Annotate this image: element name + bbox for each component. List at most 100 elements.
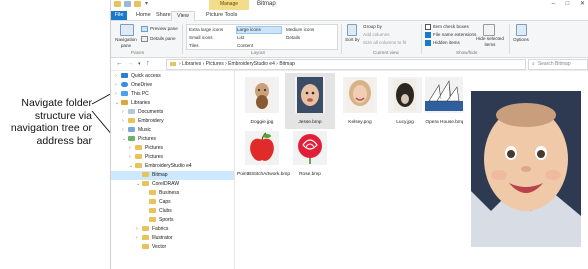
- file-item[interactable]: Kelsey.png: [335, 77, 385, 126]
- checkbox-checked-icon: [425, 40, 431, 46]
- details-pane-button[interactable]: Details pane: [141, 36, 176, 42]
- tree-item-vector[interactable]: Vector: [111, 243, 234, 252]
- minimize-button[interactable]: –: [552, 1, 555, 7]
- folder-icon: [170, 61, 176, 66]
- hide-selected-icon[interactable]: [483, 24, 495, 36]
- layout-small-icons[interactable]: Small icons: [188, 34, 234, 42]
- layout-tiles[interactable]: Tiles: [188, 42, 234, 50]
- file-item[interactable]: Rose.bmp: [285, 131, 335, 178]
- title-bar: ▾ Manage Bitmap – □ ✕: [111, 0, 588, 10]
- tree-item-label: Quick access: [131, 73, 161, 79]
- folder-icon: [142, 181, 149, 187]
- baby-thumbnail: [295, 77, 325, 113]
- tree-item-illustrator[interactable]: › Illustrator: [111, 234, 234, 243]
- address-bar[interactable]: › Libraries › Pictures › EmbroideryStudi…: [166, 59, 526, 70]
- tree-item-business[interactable]: Business: [111, 189, 234, 198]
- callout-text: Navigate folder structure via navigation…: [10, 97, 92, 147]
- layout-large-icons[interactable]: Large icons: [236, 26, 282, 34]
- computer-icon: [121, 91, 128, 97]
- ribbon-separator: [421, 24, 422, 54]
- options-button[interactable]: Options: [513, 37, 529, 42]
- tree-item-coreldraw[interactable]: ⌄ CorelDRAW: [111, 180, 234, 189]
- file-name-extensions-toggle[interactable]: File name extensions: [425, 32, 476, 38]
- tree-item-onedrive[interactable]: › OneDrive: [111, 81, 234, 90]
- tree-item-bitmap[interactable]: Bitmap: [111, 171, 234, 180]
- tree-item-label: Vector: [152, 244, 167, 250]
- tree-item-label: Documents: [138, 109, 164, 115]
- group-by-button[interactable]: Group by: [363, 24, 382, 29]
- search-box[interactable]: ⌕ Search Bitmap: [528, 59, 588, 70]
- tree-item-embroidery[interactable]: › Embroidery: [111, 117, 234, 126]
- preview-pane-button[interactable]: Preview pane: [141, 26, 178, 32]
- file-item[interactable]: Doggie.jpg: [237, 77, 287, 126]
- options-icon[interactable]: [516, 24, 527, 36]
- maximize-button[interactable]: □: [566, 1, 570, 7]
- properties-icon[interactable]: [124, 1, 131, 7]
- documents-icon: [128, 109, 135, 115]
- layout-medium-icons[interactable]: Medium icons: [285, 26, 331, 34]
- tab-picture-tools[interactable]: Picture Tools: [201, 11, 242, 20]
- ribbon-tabs: File Home Share View Picture Tools: [111, 10, 588, 21]
- explorer-window: ▾ Manage Bitmap – □ ✕ File Home Share Vi…: [110, 0, 588, 269]
- tree-item-libraries[interactable]: ⌄ Libraries: [111, 99, 234, 108]
- item-check-boxes-toggle[interactable]: Item check boxes: [425, 24, 469, 30]
- layout-content[interactable]: Content: [236, 42, 282, 50]
- tree-item-sports[interactable]: Sports: [111, 216, 234, 225]
- customize-toolbar-icon[interactable]: ▾: [145, 0, 148, 7]
- hide-selected-items-button[interactable]: Hide selected items: [475, 36, 505, 47]
- folder-icon: [149, 208, 156, 214]
- layout-extra-large-icons[interactable]: Extra large icons: [188, 26, 234, 34]
- size-columns-button[interactable]: Size all columns to fit: [363, 40, 406, 45]
- hidden-items-toggle[interactable]: Hidden items: [425, 40, 460, 46]
- layout-list[interactable]: List: [236, 34, 282, 42]
- navigation-pane-button[interactable]: Navigation pane: [112, 37, 140, 48]
- tree-item-fabrics[interactable]: › Fabrics: [111, 225, 234, 234]
- tree-item-pictures-sub-1[interactable]: › Pictures: [111, 144, 234, 153]
- tree-item-label: Pictures: [145, 145, 164, 151]
- folder-icon: [149, 199, 156, 205]
- tree-item-this-pc[interactable]: › This PC: [111, 90, 234, 99]
- layout-details[interactable]: Details: [285, 34, 331, 42]
- tree-item-documents[interactable]: › Documents: [111, 108, 234, 117]
- search-icon: ⌕: [532, 61, 535, 67]
- forward-arrow-icon[interactable]: →: [127, 60, 134, 68]
- sort-by-icon[interactable]: [347, 24, 357, 36]
- sort-by-button[interactable]: Sort by: [345, 37, 360, 42]
- tree-item-music[interactable]: › Music: [111, 126, 234, 135]
- girl-thumbnail: [343, 77, 377, 113]
- window-title: Bitmap: [257, 1, 276, 7]
- up-arrow-icon[interactable]: ↑: [146, 60, 150, 68]
- new-folder-icon[interactable]: [134, 1, 141, 7]
- folder-icon: [142, 244, 149, 250]
- navigation-pane-icon[interactable]: [120, 24, 134, 36]
- hidden-items-label: Hidden items: [433, 40, 460, 46]
- back-arrow-icon[interactable]: ←: [116, 60, 123, 68]
- file-item[interactable]: PointBStitchArtwork.bmp: [237, 131, 291, 178]
- dog-thumbnail: [245, 77, 279, 113]
- tab-view[interactable]: View: [171, 11, 195, 21]
- add-columns-button[interactable]: Add columns: [363, 32, 390, 37]
- tree-item-label: Sports: [159, 217, 174, 223]
- group-label-panes: Panes: [131, 50, 145, 55]
- file-item-selected[interactable]: Jesse.bmp: [285, 73, 335, 129]
- dog-lucy-thumbnail: [388, 77, 422, 113]
- layout-gallery: Extra large icons Large icons Medium ico…: [186, 24, 338, 50]
- music-icon: [128, 127, 135, 133]
- tree-item-embroiderystudio-e4[interactable]: ⌄ EmbroideryStudio e4: [111, 162, 234, 171]
- breadcrumb[interactable]: › Libraries › Pictures › EmbroideryStudi…: [179, 61, 295, 67]
- ribbon-separator: [182, 24, 183, 54]
- close-button[interactable]: ✕: [580, 1, 585, 7]
- tree-item-label: Libraries: [131, 100, 151, 106]
- tree-item-pictures[interactable]: ⌄ Pictures: [111, 135, 234, 144]
- tree-item-clubs[interactable]: Clubs: [111, 207, 234, 216]
- tree-item-caps[interactable]: Caps: [111, 198, 234, 207]
- recent-locations-icon[interactable]: ▾: [138, 60, 141, 68]
- tree-item-pictures-sub-2[interactable]: › Pictures: [111, 153, 234, 162]
- group-label-current-view: Current view: [373, 50, 399, 55]
- tab-file[interactable]: File: [111, 11, 127, 20]
- file-name: PointBStitchArtwork.bmp: [237, 172, 291, 177]
- tree-item-label: Pictures: [145, 154, 164, 160]
- ribbon-separator: [341, 24, 342, 54]
- tree-item-quick-access[interactable]: › Quick access: [111, 72, 234, 81]
- context-tab-manage[interactable]: Manage: [209, 0, 249, 10]
